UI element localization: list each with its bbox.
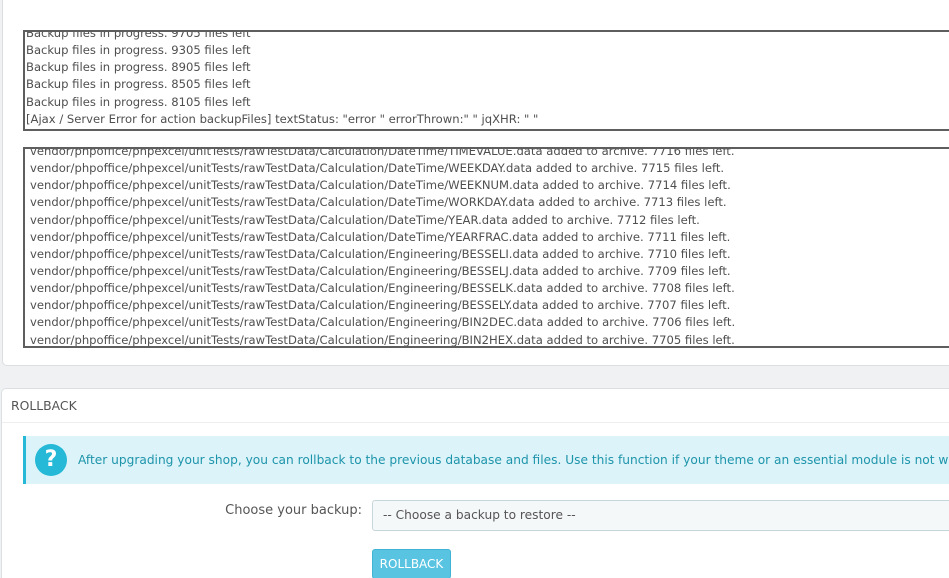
progress-log-line: Backup files in progress. 8105 files lef… <box>26 94 251 109</box>
progress-log-line: Backup files in progress. 8505 files lef… <box>26 77 251 92</box>
question-icon: ? <box>35 444 67 476</box>
files-log-box[interactable]: vendor/phpoffice/phpexcel/unitTests/rawT… <box>23 147 949 348</box>
files-log-line: vendor/phpoffice/phpexcel/unitTests/rawT… <box>30 229 731 244</box>
files-log-line: vendor/phpoffice/phpexcel/unitTests/rawT… <box>30 332 735 347</box>
files-log-line: vendor/phpoffice/phpexcel/unitTests/rawT… <box>30 195 727 210</box>
backup-select[interactable]: -- Choose a backup to restore -- <box>372 500 949 531</box>
error-log-line: [Ajax / Server Error for action backupFi… <box>26 111 539 126</box>
rollback-button[interactable]: ROLLBACK <box>372 549 451 578</box>
files-log-lines: vendor/phpoffice/phpexcel/unitTests/rawT… <box>29 147 736 347</box>
rollback-panel: ROLLBACK ? After upgrading your shop, yo… <box>1 388 949 578</box>
files-log-line: vendor/phpoffice/phpexcel/unitTests/rawT… <box>30 178 731 193</box>
backup-select-label: Choose your backup: <box>225 503 362 518</box>
files-log-line: vendor/phpoffice/phpexcel/unitTests/rawT… <box>30 263 731 278</box>
upgrade-progress-panel: Backup files in progress. 9705 files lef… <box>2 0 949 366</box>
rollback-info-alert: ? After upgrading your shop, you can rol… <box>23 436 949 484</box>
files-log-line: vendor/phpoffice/phpexcel/unitTests/rawT… <box>30 147 735 158</box>
files-log-line: vendor/phpoffice/phpexcel/unitTests/rawT… <box>30 281 735 296</box>
progress-log-line: Backup files in progress. 8905 files lef… <box>26 60 251 75</box>
files-log-line: vendor/phpoffice/phpexcel/unitTests/rawT… <box>30 212 700 227</box>
progress-log-lines: Backup files in progress. 9705 files lef… <box>25 30 539 128</box>
files-log-line: vendor/phpoffice/phpexcel/unitTests/rawT… <box>30 298 731 313</box>
progress-log-line: Backup files in progress. 9305 files lef… <box>26 43 251 58</box>
progress-log-box[interactable]: Backup files in progress. 9705 files lef… <box>23 30 949 131</box>
files-log-line: vendor/phpoffice/phpexcel/unitTests/rawT… <box>30 315 736 330</box>
files-log-line: vendor/phpoffice/phpexcel/unitTests/rawT… <box>30 246 731 261</box>
rollback-info-text: After upgrading your shop, you can rollb… <box>78 453 949 467</box>
progress-log-line: Backup files in progress. 9705 files lef… <box>26 30 251 40</box>
rollback-heading: ROLLBACK <box>2 389 949 423</box>
page: Backup files in progress. 9705 files lef… <box>0 0 949 578</box>
files-log-line: vendor/phpoffice/phpexcel/unitTests/rawT… <box>30 161 725 176</box>
